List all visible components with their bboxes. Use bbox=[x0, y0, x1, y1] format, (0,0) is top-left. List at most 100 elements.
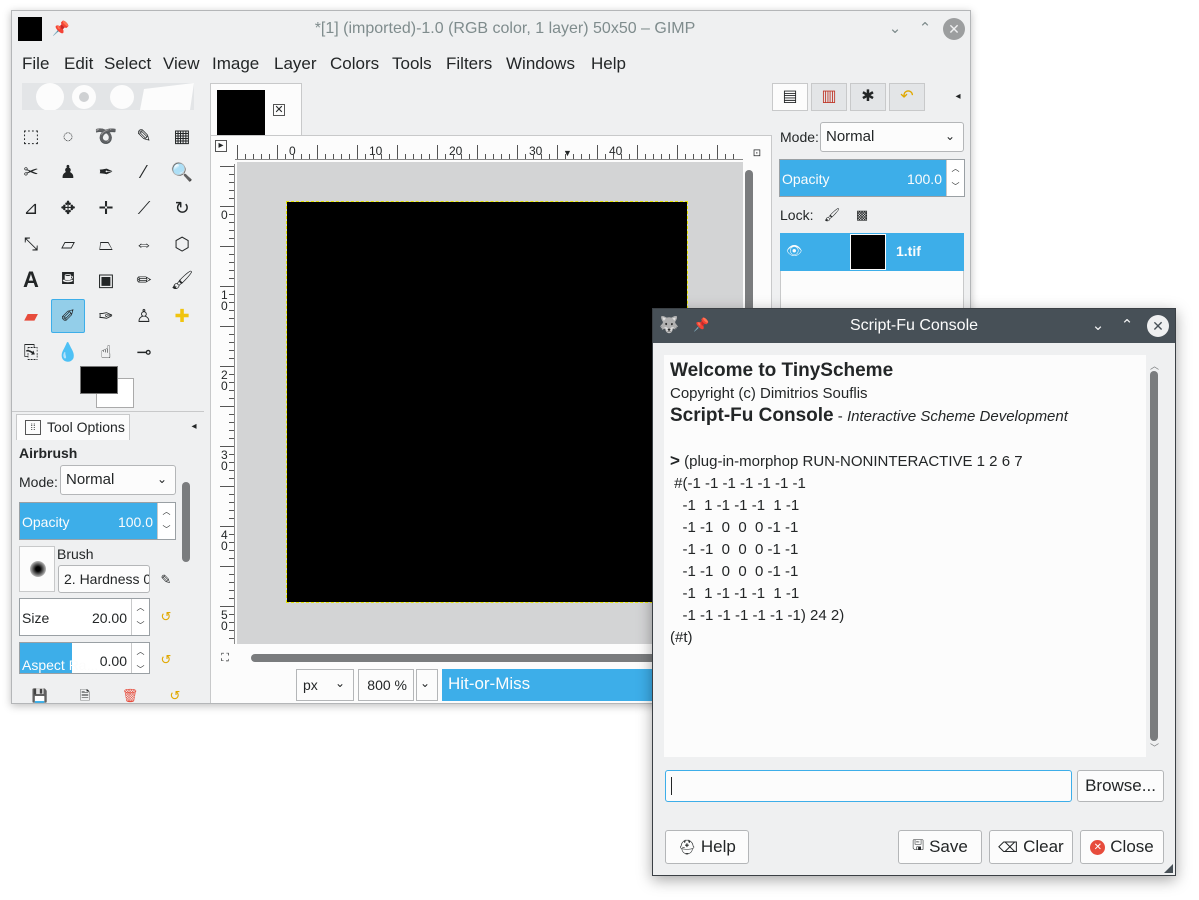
reset-size-icon[interactable]: ↺ bbox=[156, 607, 176, 627]
lock-pixels-icon[interactable]: 🖌 bbox=[822, 205, 842, 225]
flip-icon[interactable]: ⇔ bbox=[127, 227, 161, 261]
panel-menu-icon[interactable]: ◂ bbox=[184, 417, 204, 437]
unit-select[interactable]: px ⌄ bbox=[296, 669, 354, 701]
close-icon[interactable]: ✕ bbox=[273, 104, 285, 116]
reset-aspect-icon[interactable]: ↺ bbox=[156, 650, 176, 670]
browse-button[interactable]: Browse... bbox=[1077, 770, 1164, 802]
dodge-burn-icon[interactable]: ⊸ bbox=[127, 335, 161, 369]
zoom-icon[interactable]: 🔍 bbox=[165, 155, 199, 189]
opacity-slider[interactable]: Opacity 100.0 ︿ ﹀ bbox=[19, 502, 176, 540]
tool-options-scrollbar[interactable] bbox=[182, 472, 190, 652]
quick-mask-icon[interactable]: ▸ bbox=[215, 140, 227, 152]
tab-tool-options[interactable]: ⁞⁞ Tool Options bbox=[16, 414, 130, 440]
maximize-button[interactable]: ⌃ bbox=[914, 18, 936, 40]
size-spinner[interactable]: ︿ ﹀ bbox=[131, 599, 149, 635]
text-tool-icon[interactable]: A bbox=[14, 263, 48, 297]
fuzzy-select-icon[interactable]: ✎ bbox=[127, 119, 161, 153]
menu-colors[interactable]: Colors bbox=[330, 54, 379, 74]
menu-help[interactable]: Help bbox=[591, 54, 626, 74]
blur-icon[interactable]: 💧 bbox=[51, 335, 85, 369]
scale-icon[interactable]: ⤡ bbox=[14, 227, 48, 261]
align-icon[interactable]: ✛ bbox=[89, 191, 123, 225]
foreground-select-icon[interactable]: ♟ bbox=[51, 155, 85, 189]
menu-windows[interactable]: Windows bbox=[506, 54, 575, 74]
ellipse-select-icon[interactable]: ◌ bbox=[51, 119, 85, 153]
clear-button[interactable]: ⌫ Clear bbox=[989, 830, 1073, 864]
layer-mode-select[interactable]: Normal ⌄ bbox=[820, 122, 964, 152]
measure-icon[interactable]: ⊿ bbox=[14, 191, 48, 225]
aspect-ratio-slider[interactable]: Aspect Ra... 0.00 ︿ ﹀ bbox=[19, 642, 150, 674]
scissors-icon[interactable]: ✂ bbox=[14, 155, 48, 189]
eye-icon[interactable]: 👁 bbox=[786, 243, 803, 259]
lock-alpha-icon[interactable]: ▩ bbox=[852, 205, 872, 225]
reset-options-icon[interactable]: ↺ bbox=[165, 686, 185, 703]
minimize-button[interactable]: ⌄ bbox=[884, 18, 906, 40]
maximize-button[interactable]: ⌃ bbox=[1116, 315, 1138, 337]
gradient-icon[interactable]: ▣ bbox=[89, 263, 123, 297]
canvas-horizontal-scrollbar[interactable] bbox=[251, 654, 671, 662]
smudge-icon[interactable]: ☝ bbox=[89, 335, 123, 369]
menu-edit[interactable]: Edit bbox=[64, 54, 93, 74]
shear-icon[interactable]: ▱ bbox=[51, 227, 85, 261]
zoom-field[interactable]: 800 % bbox=[358, 669, 414, 701]
crop-icon[interactable]: ⟋ bbox=[127, 191, 161, 225]
command-input[interactable] bbox=[665, 770, 1072, 802]
lasso-icon[interactable]: ➰ bbox=[89, 119, 123, 153]
menu-file[interactable]: File bbox=[22, 54, 49, 74]
paths-icon[interactable]: ✒ bbox=[89, 155, 123, 189]
airbrush-icon[interactable]: ✐ bbox=[51, 299, 85, 333]
save-button[interactable]: 🖫 Save bbox=[898, 830, 982, 864]
resize-grip-icon[interactable] bbox=[1164, 864, 1173, 873]
brush-preview[interactable] bbox=[19, 546, 55, 592]
dock-menu-icon[interactable]: ◂ bbox=[948, 87, 968, 107]
foreground-color-swatch[interactable] bbox=[80, 366, 118, 394]
pencil-icon[interactable]: ✏ bbox=[127, 263, 161, 297]
ink-icon[interactable]: ✑ bbox=[89, 299, 123, 333]
bucket-fill-icon[interactable]: ⛾ bbox=[51, 263, 85, 297]
menu-filters[interactable]: Filters bbox=[446, 54, 492, 74]
opacity-spinner[interactable]: ︿ ﹀ bbox=[157, 503, 175, 539]
aspect-spinner[interactable]: ︿ ﹀ bbox=[131, 643, 149, 673]
console-output[interactable]: Welcome to TinyScheme Copyright (c) Dimi… bbox=[664, 355, 1146, 757]
mode-select[interactable]: Normal ⌄ bbox=[60, 465, 176, 495]
console-scrollbar[interactable] bbox=[1150, 371, 1158, 741]
help-button[interactable]: ⛑ Help bbox=[665, 830, 749, 864]
navigate-icon[interactable]: ⛶ bbox=[215, 648, 235, 668]
layer-opacity-slider[interactable]: Opacity 100.0 ︿ ﹀ bbox=[779, 159, 965, 197]
eraser-icon[interactable]: ▰ bbox=[14, 299, 48, 333]
menu-tools[interactable]: Tools bbox=[392, 54, 432, 74]
restore-options-icon[interactable]: 🗎 bbox=[75, 686, 95, 703]
scroll-down-icon[interactable]: ﹀ bbox=[1150, 741, 1159, 754]
tab-undo-history[interactable]: ↶ bbox=[889, 83, 925, 111]
heal-icon[interactable]: ✚ bbox=[165, 299, 199, 333]
rect-select-icon[interactable]: ⬚ bbox=[14, 119, 48, 153]
close-window-button[interactable]: ✕ bbox=[943, 18, 965, 40]
color-picker-icon[interactable]: ⁄ bbox=[127, 155, 161, 189]
minimize-button[interactable]: ⌄ bbox=[1087, 315, 1109, 337]
tab-layers[interactable]: ▤ bbox=[772, 83, 808, 111]
move-icon[interactable]: ✥ bbox=[51, 191, 85, 225]
menu-view[interactable]: View bbox=[163, 54, 200, 74]
zoom-dropdown-button[interactable]: ⌄ bbox=[416, 669, 438, 701]
menu-image[interactable]: Image bbox=[212, 54, 259, 74]
menu-select[interactable]: Select bbox=[104, 54, 151, 74]
perspective-clone-icon[interactable]: ⎘ bbox=[14, 335, 48, 369]
save-options-icon[interactable]: 💾 bbox=[30, 686, 50, 703]
rotate-icon[interactable]: ↻ bbox=[165, 191, 199, 225]
layer-row[interactable]: 👁 1.tif bbox=[780, 233, 964, 271]
select-by-color-icon[interactable]: ▦ bbox=[165, 119, 199, 153]
close-window-button[interactable]: ✕ bbox=[1147, 315, 1169, 337]
fg-bg-colors[interactable] bbox=[80, 366, 140, 412]
image-layer[interactable] bbox=[286, 201, 688, 603]
brush-name-field[interactable]: 2. Hardness 05 bbox=[58, 565, 150, 593]
zoom-fit-icon[interactable]: ⊡ bbox=[747, 144, 767, 164]
cage-transform-icon[interactable]: ⬡ bbox=[165, 227, 199, 261]
tab-paths[interactable]: ✱ bbox=[850, 83, 886, 111]
paintbrush-icon[interactable]: 🖌 bbox=[165, 263, 199, 297]
image-tab[interactable]: ✕ bbox=[210, 83, 302, 138]
layer-opacity-spinner[interactable]: ︿ ﹀ bbox=[946, 160, 964, 196]
delete-options-icon[interactable]: 🗑 bbox=[120, 686, 140, 703]
menu-layer[interactable]: Layer bbox=[274, 54, 317, 74]
edit-brush-icon[interactable]: ✎ bbox=[156, 570, 176, 590]
tab-channels[interactable]: ▥ bbox=[811, 83, 847, 111]
